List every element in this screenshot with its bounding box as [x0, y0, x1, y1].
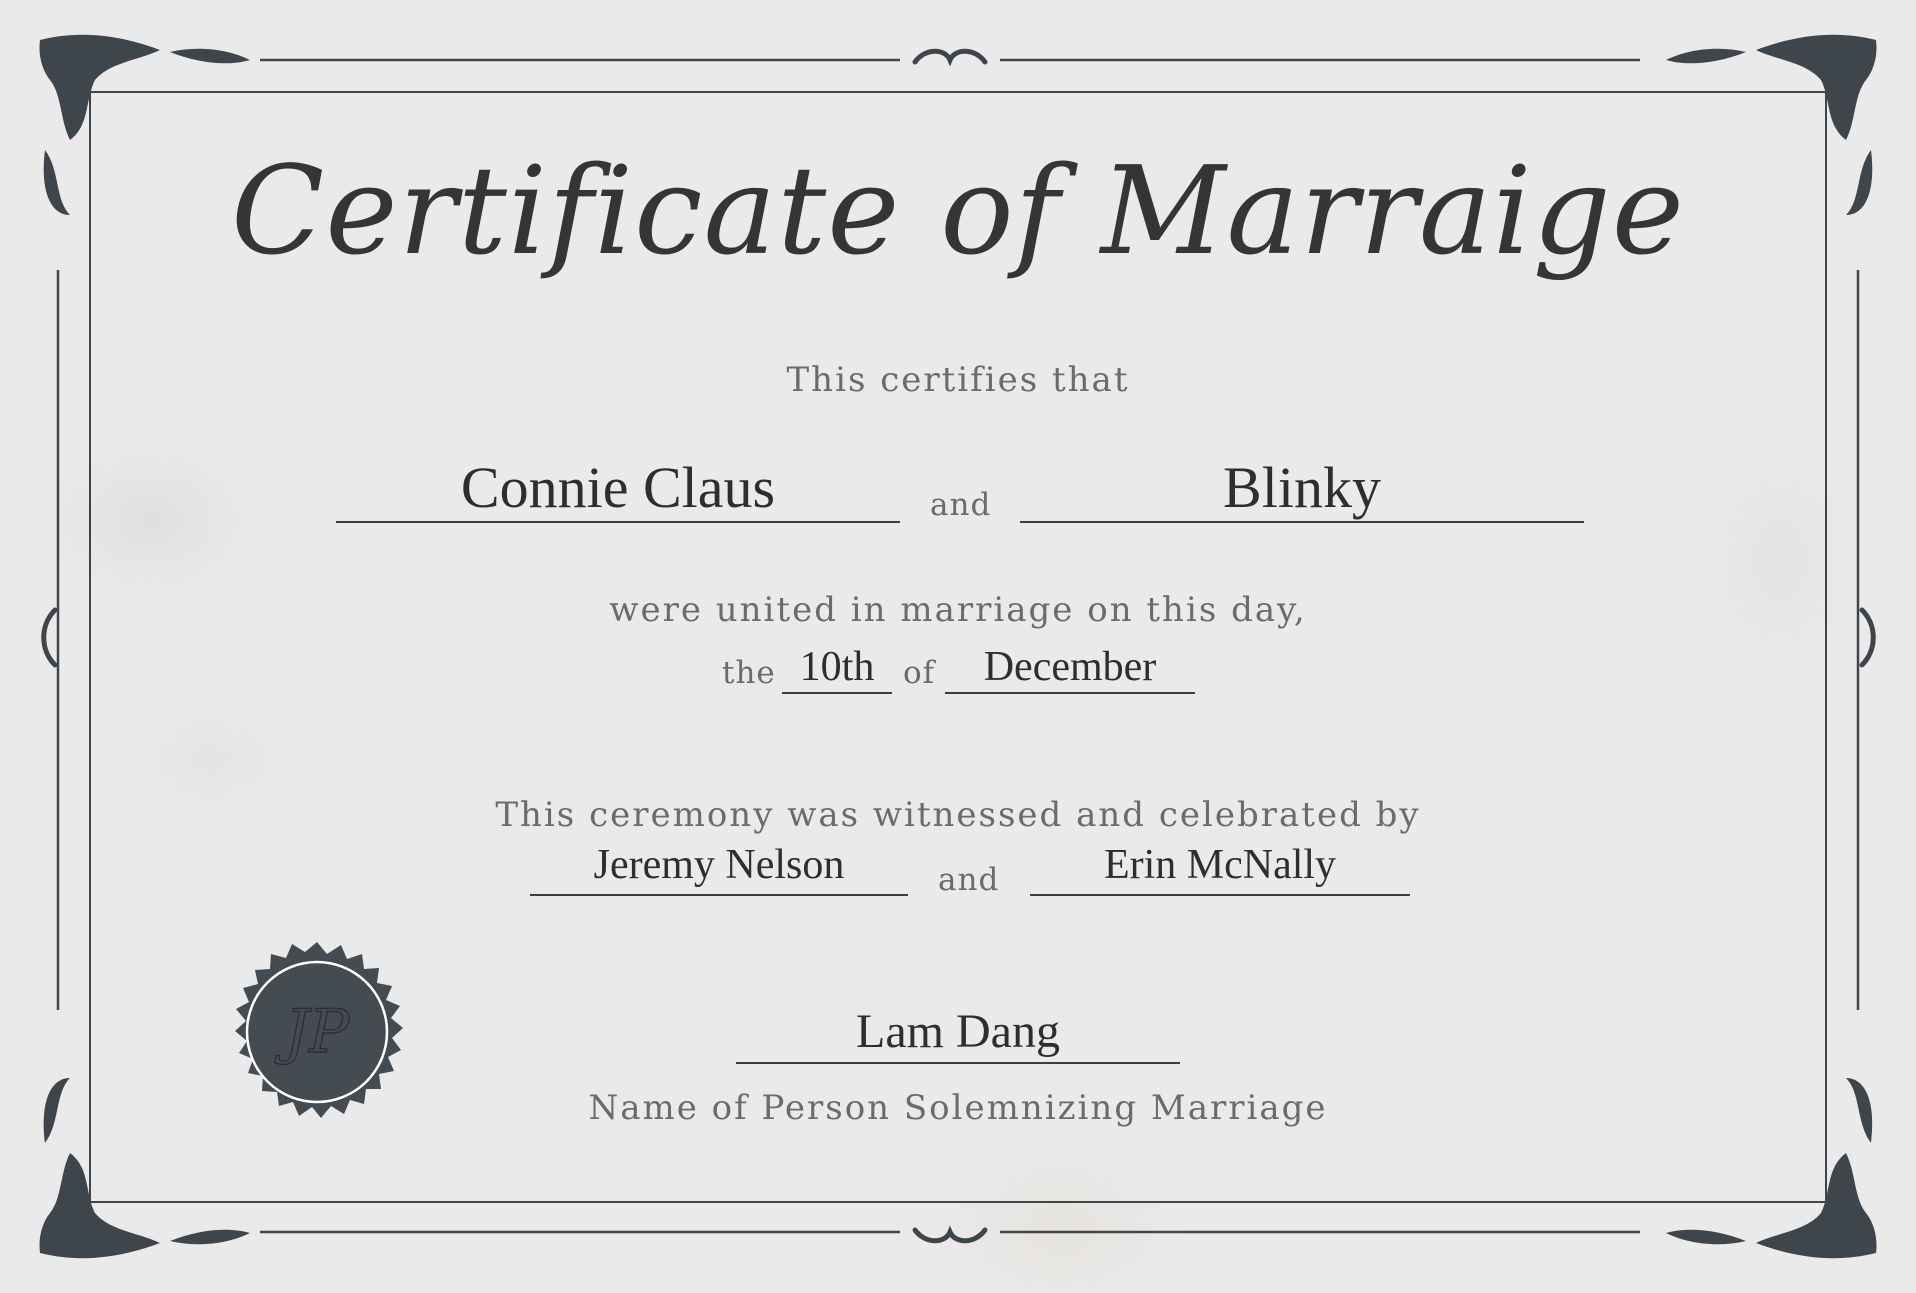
officiant-caption: Name of Person Solemnizing Marriage	[588, 1088, 1328, 1128]
of-text: of	[903, 655, 936, 691]
witness-one-name: Jeremy Nelson	[530, 844, 908, 896]
month-field: December	[945, 646, 1195, 694]
seal-monogram: JP	[274, 997, 351, 1067]
witness-two-name: Erin McNally	[1030, 844, 1410, 896]
united-text: were united in marriage on this day,	[609, 590, 1307, 630]
witness-text: This ceremony was witnessed and celebrat…	[495, 795, 1421, 835]
partner-one-name: Connie Claus	[336, 455, 900, 523]
day-field: 10th	[782, 646, 892, 694]
intro-text: This certifies that	[786, 360, 1130, 400]
conjunction-text: and	[938, 862, 1000, 898]
certificate-title: Certificate of Marraige	[231, 140, 1685, 282]
officiant-name: Lam Dang	[736, 1008, 1180, 1064]
the-text: the	[722, 655, 776, 691]
partner-two-name: Blinky	[1020, 455, 1584, 523]
conjunction-text: and	[930, 487, 992, 523]
